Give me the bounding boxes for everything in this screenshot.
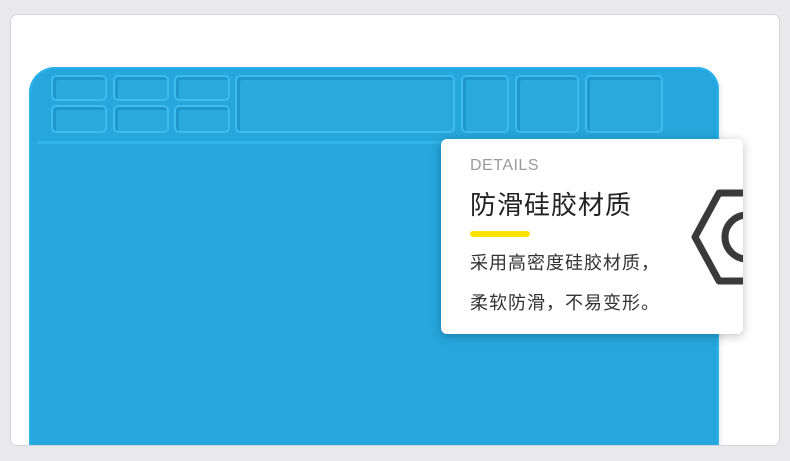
details-card: DETAILS 防滑硅胶材质 采用高密度硅胶材质， 柔软防滑，不易变形。: [441, 139, 743, 334]
mat-compartment: [461, 75, 509, 133]
hex-nut-icon: [691, 189, 743, 285]
mat-compartment: [51, 75, 107, 101]
mat-compartment: [174, 75, 230, 101]
mat-compartment: [235, 75, 455, 133]
card-eyebrow: DETAILS: [470, 157, 539, 174]
mat-compartment: [113, 105, 169, 133]
card-description-line: 采用高密度硅胶材质，: [470, 253, 660, 274]
mat-compartment: [174, 105, 230, 133]
mat-compartment: [113, 75, 169, 101]
card-title: 防滑硅胶材质: [470, 191, 633, 221]
mat-compartment: [51, 105, 107, 133]
image-frame: DETAILS 防滑硅胶材质 采用高密度硅胶材质， 柔软防滑，不易变形。: [11, 15, 779, 445]
title-underline: [470, 231, 530, 237]
card-description-line: 柔软防滑，不易变形。: [470, 293, 660, 314]
mat-compartment: [515, 75, 579, 133]
mat-compartment: [585, 75, 663, 133]
